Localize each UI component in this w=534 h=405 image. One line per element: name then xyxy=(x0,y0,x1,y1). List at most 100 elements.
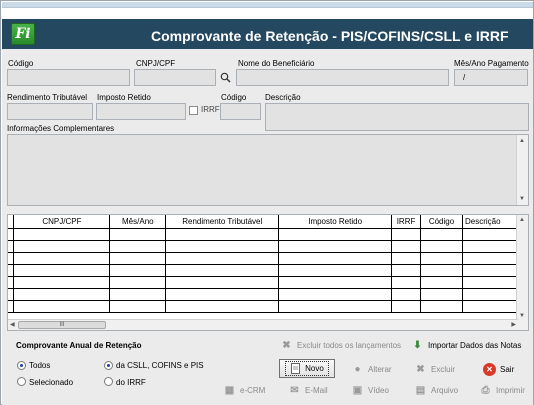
table-cell[interactable] xyxy=(462,252,519,265)
grid-scroll-down-icon[interactable]: ▼ xyxy=(519,313,525,319)
table-cell[interactable] xyxy=(13,228,111,241)
table-cell[interactable] xyxy=(420,228,463,241)
col-codigo[interactable]: Código xyxy=(420,215,463,229)
grid-vscrollbar[interactable]: ▲ ▼ xyxy=(516,215,528,330)
table-row[interactable] xyxy=(8,228,519,241)
col-rendimento[interactable]: Rendimento Tributável xyxy=(165,215,280,229)
table-cell[interactable] xyxy=(391,240,422,253)
info-textarea[interactable]: ▲ ▼ xyxy=(7,134,529,206)
todos-radio[interactable] xyxy=(17,361,26,370)
beneficiario-field[interactable] xyxy=(236,69,449,86)
table-cell[interactable] xyxy=(462,288,519,301)
table-row[interactable] xyxy=(8,240,519,253)
table-cell[interactable] xyxy=(462,300,519,313)
col-irrf[interactable]: IRRF xyxy=(391,215,422,229)
table-cell[interactable] xyxy=(13,288,111,301)
table-cell[interactable] xyxy=(109,300,167,313)
table-cell[interactable] xyxy=(391,264,422,277)
table-cell[interactable] xyxy=(165,288,280,301)
col-descricao[interactable]: Descrição xyxy=(462,215,519,229)
descricao-field[interactable] xyxy=(265,103,529,131)
table-cell[interactable] xyxy=(391,276,422,289)
alterar-button[interactable]: ● Alterar xyxy=(351,361,391,377)
table-cell[interactable] xyxy=(13,240,111,253)
mes-ano-field[interactable]: / xyxy=(454,69,528,86)
table-cell[interactable] xyxy=(420,240,463,253)
table-cell[interactable] xyxy=(109,252,167,265)
codigo-field[interactable] xyxy=(7,69,130,86)
irrf-radio[interactable] xyxy=(104,377,113,386)
selecionado-radio[interactable] xyxy=(17,377,26,386)
table-row[interactable] xyxy=(8,264,519,277)
table-cell[interactable] xyxy=(13,300,111,313)
arquivo-button[interactable]: ▤ Arquivo xyxy=(414,382,458,398)
table-cell[interactable] xyxy=(420,276,463,289)
excluir-button[interactable]: ✖ Excluir xyxy=(414,361,455,377)
table-cell[interactable] xyxy=(278,228,393,241)
table-cell[interactable] xyxy=(278,252,393,265)
scroll-thumb[interactable]: III xyxy=(18,321,106,329)
grid-hscrollbar[interactable]: ◀ III ▶ xyxy=(8,319,518,330)
table-cell[interactable] xyxy=(420,288,463,301)
table-cell[interactable] xyxy=(109,264,167,277)
table-cell[interactable] xyxy=(278,300,393,313)
sair-button[interactable]: ✕ Sair xyxy=(483,361,514,377)
table-cell[interactable] xyxy=(13,264,111,277)
table-cell[interactable] xyxy=(420,300,463,313)
table-cell[interactable] xyxy=(165,264,280,277)
col-cnpj[interactable]: CNPJ/CPF xyxy=(13,215,111,229)
table-cell[interactable] xyxy=(391,288,422,301)
table-cell[interactable] xyxy=(165,240,280,253)
table-cell[interactable] xyxy=(165,300,280,313)
lancamentos-grid[interactable]: CNPJ/CPF Mês/Ano Rendimento Tributável I… xyxy=(7,214,529,331)
scroll-up-icon[interactable]: ▲ xyxy=(519,138,525,144)
table-row[interactable] xyxy=(8,252,519,265)
cnpj-field[interactable] xyxy=(134,69,216,86)
excluir-todos-button[interactable]: ✖ Excluir todos os lançamentos xyxy=(280,337,401,353)
col-mes-ano[interactable]: Mês/Ano xyxy=(109,215,167,229)
rendimento-field[interactable] xyxy=(7,103,93,120)
scroll-down-icon[interactable]: ▼ xyxy=(519,196,525,202)
email-button[interactable]: ✉ E-Mail xyxy=(288,382,327,398)
table-row[interactable] xyxy=(8,300,519,313)
importar-button[interactable]: ⬇ Importar Dados das Notas xyxy=(411,337,521,353)
novo-button[interactable]: Novo xyxy=(279,359,335,378)
table-cell[interactable] xyxy=(278,264,393,277)
table-cell[interactable] xyxy=(109,288,167,301)
table-cell[interactable] xyxy=(420,264,463,277)
video-button[interactable]: ▣ Vídeo xyxy=(351,382,389,398)
imposto-field[interactable] xyxy=(96,103,186,120)
table-cell[interactable] xyxy=(278,240,393,253)
imprimir-button[interactable]: ⎙ Imprimir xyxy=(479,382,525,398)
info-scrollbar[interactable]: ▲ ▼ xyxy=(516,135,528,205)
csll-radio[interactable] xyxy=(104,361,113,370)
table-cell[interactable] xyxy=(109,276,167,289)
grid-scroll-up-icon[interactable]: ▲ xyxy=(519,217,525,223)
table-cell[interactable] xyxy=(13,252,111,265)
table-cell[interactable] xyxy=(13,276,111,289)
table-cell[interactable] xyxy=(165,276,280,289)
table-cell[interactable] xyxy=(462,276,519,289)
table-cell[interactable] xyxy=(165,228,280,241)
table-cell[interactable] xyxy=(165,252,280,265)
table-cell[interactable] xyxy=(109,240,167,253)
table-cell[interactable] xyxy=(462,240,519,253)
codigo2-field[interactable] xyxy=(220,103,261,120)
ecrm-button[interactable]: ▦ e-CRM xyxy=(223,382,266,398)
table-cell[interactable] xyxy=(462,264,519,277)
table-cell[interactable] xyxy=(462,228,519,241)
table-cell[interactable] xyxy=(420,252,463,265)
col-imposto[interactable]: Imposto Retido xyxy=(278,215,393,229)
table-cell[interactable] xyxy=(391,252,422,265)
irrf-checkbox[interactable] xyxy=(189,106,198,115)
scroll-right-icon[interactable]: ▶ xyxy=(511,321,516,328)
table-cell[interactable] xyxy=(109,228,167,241)
table-row[interactable] xyxy=(8,288,519,301)
search-button[interactable] xyxy=(218,70,232,85)
table-cell[interactable] xyxy=(278,288,393,301)
table-row[interactable] xyxy=(8,276,519,289)
table-cell[interactable] xyxy=(391,300,422,313)
table-cell[interactable] xyxy=(278,276,393,289)
table-cell[interactable] xyxy=(391,228,422,241)
scroll-left-icon[interactable]: ◀ xyxy=(10,321,15,328)
